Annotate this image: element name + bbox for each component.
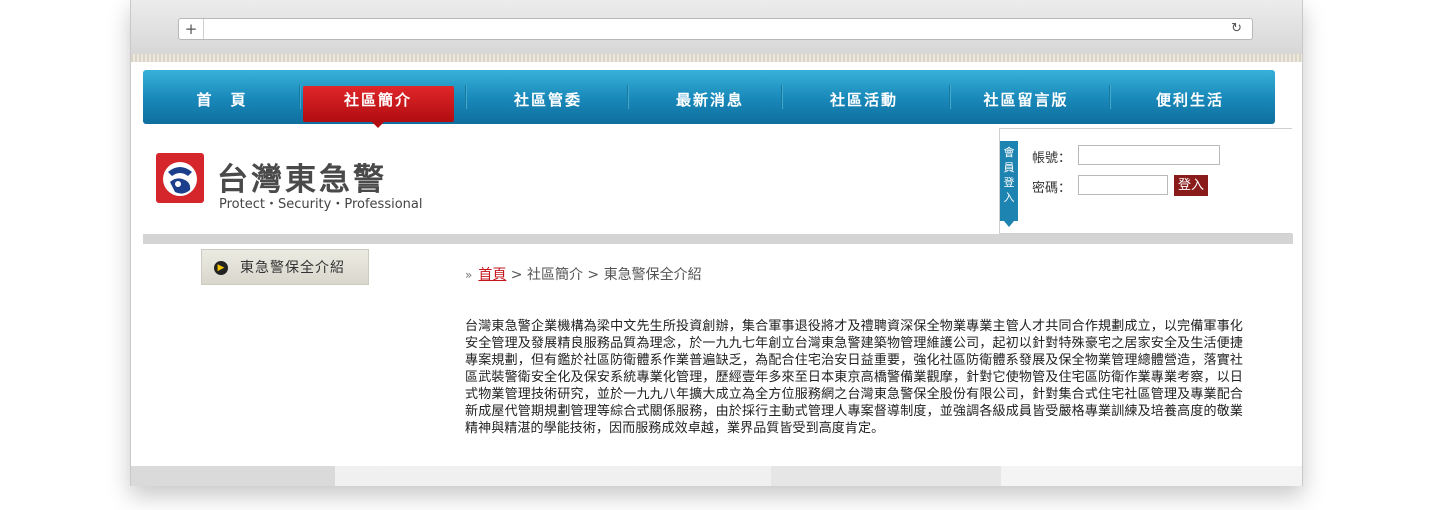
- nav-item-activities[interactable]: 社區活動: [789, 70, 939, 124]
- browser-toolbar: + ↻: [131, 0, 1302, 55]
- toolbar-divider: [131, 54, 1302, 62]
- nav-item-guestbook[interactable]: 社區留言版: [951, 70, 1101, 124]
- address-bar[interactable]: + ↻: [178, 18, 1253, 40]
- nav-item-home[interactable]: 首 頁: [147, 70, 297, 124]
- breadcrumb-trail: > 社區簡介 > 東急警保全介紹: [506, 267, 702, 283]
- login-button[interactable]: 登入: [1174, 175, 1208, 196]
- login-tab-label: 會員登入: [1000, 141, 1018, 221]
- breadcrumb-home-link[interactable]: 首頁: [478, 267, 506, 283]
- reload-icon[interactable]: ↻: [1231, 19, 1242, 39]
- nav-item-convenience[interactable]: 便利生活: [1115, 70, 1265, 124]
- company-logo-icon[interactable]: [155, 152, 205, 204]
- main-nav: 首 頁 社區簡介 社區管委 最新消息 社區活動 社區留言版 便利生活: [143, 70, 1275, 128]
- new-tab-button[interactable]: +: [179, 19, 204, 39]
- intro-paragraph: 台灣東急警企業機構為梁中文先生所投資創辦，集合軍事退役將才及禮聘資深保全物業專業…: [465, 319, 1243, 436]
- nav-separator: [465, 85, 467, 109]
- sidebar-item-security-intro[interactable]: ▶ 東急警保全介紹: [201, 249, 369, 285]
- header-divider: [143, 234, 1293, 244]
- account-input[interactable]: [1078, 145, 1220, 165]
- brand-slogan: Protect・Security・Professional: [219, 197, 423, 212]
- breadcrumb: » 首頁 > 社區簡介 > 東急警保全介紹: [465, 264, 702, 284]
- nav-item-news[interactable]: 最新消息: [635, 70, 785, 124]
- browser-window: + ↻ 首 頁 社區簡介 社區管委 最新消息 社區活動 社區留言版 便利生活 台…: [130, 0, 1303, 486]
- account-label: 帳號：: [1032, 151, 1072, 166]
- nav-separator: [781, 85, 783, 109]
- login-tab-pointer: [1004, 221, 1014, 227]
- login-panel: 會員登入 帳號： 密碼： 登入: [999, 128, 1292, 234]
- sidebar-item-label: 東急警保全介紹: [240, 260, 345, 276]
- play-arrow-icon: ▶: [214, 261, 228, 275]
- page-fade: [131, 466, 1302, 486]
- password-input[interactable]: [1078, 175, 1168, 195]
- password-label: 密碼：: [1032, 181, 1072, 196]
- nav-separator: [627, 85, 629, 109]
- nav-separator: [1109, 85, 1111, 109]
- breadcrumb-arrow-icon: »: [465, 268, 473, 282]
- nav-separator: [299, 85, 301, 109]
- nav-item-committee[interactable]: 社區管委: [473, 70, 623, 124]
- nav-item-community-intro[interactable]: 社區簡介: [303, 70, 453, 124]
